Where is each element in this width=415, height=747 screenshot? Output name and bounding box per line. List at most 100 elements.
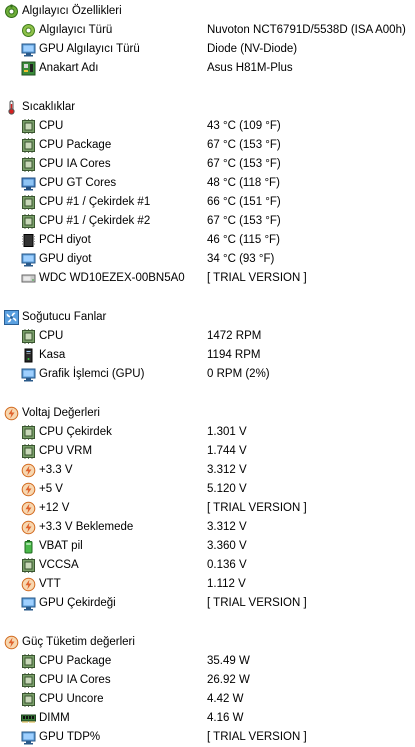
- sensor-label: CPU Uncore: [39, 693, 104, 705]
- sensor-value: 1194 RPM: [207, 349, 261, 361]
- sensor-value: 67 °C (153 °F): [207, 158, 281, 170]
- sensor-value: 3.360 V: [207, 540, 247, 552]
- cpu-chip-icon: [21, 444, 36, 459]
- cpu-chip-icon: [21, 157, 36, 172]
- cpu-chip-icon: [21, 214, 36, 229]
- sensor-row[interactable]: CPU IA Cores 26.92 W: [0, 671, 415, 690]
- section-header[interactable]: Sıcaklıklar: [0, 98, 415, 117]
- sensor-row[interactable]: CPU VRM 1.744 V: [0, 442, 415, 461]
- sensor-value: 4.42 W: [207, 693, 244, 705]
- section-header[interactable]: Soğutucu Fanlar: [0, 308, 415, 327]
- section-title: Güç Tüketim değerleri: [22, 636, 135, 648]
- sensor-row[interactable]: Algılayıcı Türü Nuvoton NCT6791D/5538D (I…: [0, 21, 415, 40]
- sensor-value: 0.136 V: [207, 559, 247, 571]
- sensor-label: CPU Çekirdek: [39, 426, 112, 438]
- sensor-row[interactable]: CPU IA Cores 67 °C (153 °F): [0, 155, 415, 174]
- sensor-row[interactable]: +3.3 V Beklemede 3.312 V: [0, 518, 415, 537]
- sensor-row[interactable]: GPU Algılayıcı Türü Diode (NV-Diode): [0, 40, 415, 59]
- sensor-row[interactable]: CPU 1472 RPM: [0, 327, 415, 346]
- sensor-label: CPU #1 / Çekirdek #1: [39, 196, 151, 208]
- sensor-row[interactable]: DIMM 4.16 W: [0, 709, 415, 728]
- motherboard-icon: [21, 61, 36, 76]
- sensor-panel: { "sections": [ { "title": "Algılayıcı Ö…: [0, 0, 415, 746]
- sensor-value: [ TRIAL VERSION ]: [207, 597, 307, 609]
- battery-icon: [21, 539, 36, 554]
- sensor-row[interactable]: CPU #1 / Çekirdek #2 67 °C (153 °F): [0, 212, 415, 231]
- section-header[interactable]: Voltaj Değerleri: [0, 404, 415, 423]
- sensor-label: Kasa: [39, 349, 66, 361]
- sensor-value: 35.49 W: [207, 655, 250, 667]
- sensor-value: Nuvoton NCT6791D/5538D (ISA A00h): [207, 24, 406, 36]
- sensor-label: GPU TDP%: [39, 731, 101, 743]
- cpu-chip-icon: [21, 329, 36, 344]
- sensor-label: GPU Çekirdeği: [39, 597, 116, 609]
- fan-icon: [4, 310, 19, 325]
- sensor-row[interactable]: WDC WD10EZEX-00BN5A0 [ TRIAL VERSION ]: [0, 269, 415, 288]
- sensor-label: DIMM: [39, 712, 70, 724]
- sensor-label: VCCSA: [39, 559, 79, 571]
- sensor-value: 4.16 W: [207, 712, 244, 724]
- cpu-chip-icon: [21, 673, 36, 688]
- sensor-label: Grafik İşlemci (GPU): [39, 368, 145, 380]
- gpu-icon: [21, 252, 36, 267]
- sensor-label: CPU GT Cores: [39, 177, 117, 189]
- sensor-value: 67 °C (153 °F): [207, 139, 281, 151]
- sensor-row[interactable]: CPU Çekirdek 1.301 V: [0, 423, 415, 442]
- sensor-label: CPU: [39, 120, 64, 132]
- sensor-row[interactable]: +3.3 V 3.312 V: [0, 461, 415, 480]
- sensor-row[interactable]: VBAT pil 3.360 V: [0, 537, 415, 556]
- sensor-label: +3.3 V: [39, 464, 73, 476]
- sensor-value: 67 °C (153 °F): [207, 215, 281, 227]
- sensor-value: 34 °C (93 °F): [207, 253, 275, 265]
- voltage-icon: [4, 406, 19, 421]
- sensor-label: CPU: [39, 330, 64, 342]
- sensor-row[interactable]: CPU #1 / Çekirdek #1 66 °C (151 °F): [0, 193, 415, 212]
- sensor-properties-icon: [4, 4, 19, 19]
- voltage-icon: [21, 482, 36, 497]
- sensor-row[interactable]: Anakart Adı Asus H81M-Plus: [0, 59, 415, 78]
- sensor-row[interactable]: Grafik İşlemci (GPU) 0 RPM (2%): [0, 365, 415, 384]
- section-title: Soğutucu Fanlar: [22, 311, 107, 323]
- voltage-icon: [21, 520, 36, 535]
- sensor-value: 1.112 V: [207, 578, 246, 590]
- section-title: Algılayıcı Özellikleri: [22, 5, 122, 17]
- sensor-row[interactable]: GPU TDP% [ TRIAL VERSION ]: [0, 728, 415, 747]
- sensor-label: +12 V: [39, 502, 70, 514]
- cpu-chip-icon: [21, 692, 36, 707]
- sensor-row[interactable]: GPU diyot 34 °C (93 °F): [0, 250, 415, 269]
- sensor-row[interactable]: +5 V 5.120 V: [0, 480, 415, 499]
- sensor-label: CPU IA Cores: [39, 674, 111, 686]
- sensor-row[interactable]: Kasa 1194 RPM: [0, 346, 415, 365]
- sensor-row[interactable]: VCCSA 0.136 V: [0, 556, 415, 575]
- gpu-icon: [21, 730, 36, 745]
- sensor-row[interactable]: VTT 1.112 V: [0, 575, 415, 594]
- pch-chip-icon: [21, 233, 36, 248]
- sensor-row[interactable]: PCH diyot 46 °C (115 °F): [0, 231, 415, 250]
- cpu-chip-icon: [21, 119, 36, 134]
- sensor-label: GPU Algılayıcı Türü: [39, 43, 140, 55]
- section-title: Sıcaklıklar: [22, 101, 76, 113]
- sensor-label: CPU #1 / Çekirdek #2: [39, 215, 151, 227]
- section-header[interactable]: Güç Tüketim değerleri: [0, 633, 415, 652]
- sensor-value: [ TRIAL VERSION ]: [207, 502, 307, 514]
- sensor-label: CPU Package: [39, 655, 112, 667]
- sensor-value: 26.92 W: [207, 674, 250, 686]
- sensor-row[interactable]: CPU Uncore 4.42 W: [0, 690, 415, 709]
- sensor-value: 5.120 V: [207, 483, 247, 495]
- sensor-row[interactable]: GPU Çekirdeği [ TRIAL VERSION ]: [0, 594, 415, 613]
- sensor-row[interactable]: CPU Package 67 °C (153 °F): [0, 136, 415, 155]
- sensor-row[interactable]: CPU GT Cores 48 °C (118 °F): [0, 174, 415, 193]
- sensor-value: 46 °C (115 °F): [207, 234, 280, 246]
- memory-module-icon: [21, 711, 36, 726]
- gpu-icon: [21, 367, 36, 382]
- sensor-row[interactable]: CPU Package 35.49 W: [0, 652, 415, 671]
- sensor-row[interactable]: CPU 43 °C (109 °F): [0, 117, 415, 136]
- sensor-label: +5 V: [39, 483, 63, 495]
- sensor-value: 3.312 V: [207, 521, 247, 533]
- sensor-value: Diode (NV-Diode): [207, 43, 298, 55]
- gpu-icon: [21, 42, 36, 57]
- sensor-row[interactable]: +12 V [ TRIAL VERSION ]: [0, 499, 415, 518]
- sensor-value: 1.301 V: [207, 426, 247, 438]
- sensor-label: CPU IA Cores: [39, 158, 111, 170]
- section-header[interactable]: Algılayıcı Özellikleri: [0, 2, 415, 21]
